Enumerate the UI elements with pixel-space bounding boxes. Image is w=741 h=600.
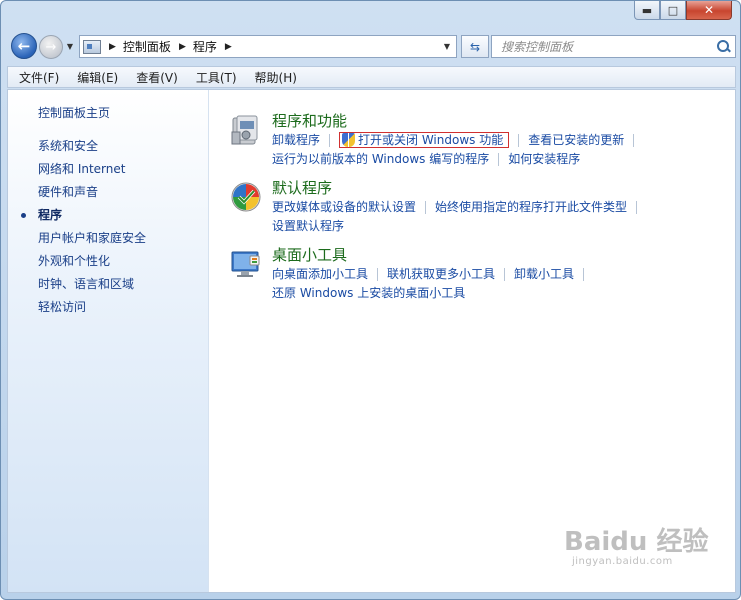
highlight-box: 打开或关闭 Windows 功能 bbox=[339, 132, 510, 148]
link-separator bbox=[498, 153, 500, 166]
link-change-media-defaults[interactable]: 更改媒体或设备的默认设置 bbox=[272, 200, 416, 214]
link-turn-windows-features[interactable]: 打开或关闭 Windows 功能 bbox=[358, 133, 503, 147]
active-bullet-icon bbox=[21, 213, 26, 218]
sidebar: 控制面板主页 系统和安全 网络和 Internet 硬件和声音 程序 用户帐户和… bbox=[8, 90, 209, 592]
menu-help[interactable]: 帮助(H) bbox=[244, 69, 304, 86]
breadcrumb-arrow-icon[interactable]: ▶ bbox=[179, 42, 186, 52]
address-bar[interactable]: ▶ 控制面板 ▶ 程序 ▶ ▼ bbox=[79, 35, 457, 58]
link-separator bbox=[518, 134, 520, 147]
link-get-more-gadgets[interactable]: 联机获取更多小工具 bbox=[387, 267, 495, 281]
back-arrow-icon: ← bbox=[17, 37, 31, 55]
close-button[interactable]: ✕ bbox=[686, 1, 732, 20]
close-icon: ✕ bbox=[703, 3, 715, 17]
main-panel: 程序和功能 卸载程序 打开或关闭 Windows 功能 查看已安装的更新 运行为以前… bbox=[210, 90, 735, 592]
programs-features-icon[interactable] bbox=[230, 114, 262, 146]
search-box[interactable] bbox=[491, 35, 736, 58]
link-file-type-association[interactable]: 始终使用指定的程序打开此文件类型 bbox=[435, 200, 627, 214]
control-panel-icon bbox=[83, 39, 101, 54]
category-title[interactable]: 桌面小工具 bbox=[272, 244, 347, 265]
link-add-gadgets[interactable]: 向桌面添加小工具 bbox=[272, 267, 368, 281]
category-title[interactable]: 程序和功能 bbox=[272, 110, 347, 131]
forward-arrow-icon: → bbox=[45, 39, 57, 55]
sidebar-category-list: 系统和安全 网络和 Internet 硬件和声音 程序 用户帐户和家庭安全 外观… bbox=[21, 137, 146, 321]
menu-tools[interactable]: 工具(T) bbox=[185, 69, 244, 86]
minimize-button[interactable]: ▬ bbox=[634, 1, 660, 20]
sidebar-item-network-internet[interactable]: 网络和 Internet bbox=[38, 160, 146, 183]
link-restore-gadgets[interactable]: 还原 Windows 上安装的桌面小工具 bbox=[272, 286, 465, 300]
link-run-older-programs[interactable]: 运行为以前版本的 Windows 编写的程序 bbox=[272, 152, 489, 166]
search-icon[interactable] bbox=[713, 37, 735, 57]
back-button[interactable]: ← bbox=[11, 33, 37, 59]
breadcrumb-arrow-icon[interactable]: ▶ bbox=[225, 42, 232, 52]
link-set-default-programs[interactable]: 设置默认程序 bbox=[272, 219, 344, 233]
category-links: 更改媒体或设备的默认设置 始终使用指定的程序打开此文件类型 设置默认程序 bbox=[272, 198, 740, 236]
link-separator bbox=[583, 268, 585, 281]
menu-edit[interactable]: 编辑(E) bbox=[66, 69, 125, 86]
link-separator bbox=[633, 134, 635, 147]
link-view-installed-updates[interactable]: 查看已安装的更新 bbox=[528, 133, 624, 147]
menu-file[interactable]: 文件(F) bbox=[8, 69, 66, 86]
link-separator bbox=[504, 268, 506, 281]
sidebar-item-ease-of-access[interactable]: 轻松访问 bbox=[38, 298, 146, 321]
minimize-icon: ▬ bbox=[641, 3, 653, 17]
sidebar-item-label: 程序 bbox=[38, 208, 63, 222]
link-separator bbox=[425, 201, 427, 214]
sidebar-item-clock-language-region[interactable]: 时钟、语言和区域 bbox=[38, 275, 146, 298]
link-uninstall-gadget[interactable]: 卸载小工具 bbox=[514, 267, 574, 281]
search-input[interactable] bbox=[492, 36, 713, 57]
watermark-logo: Baidu 经验 bbox=[564, 527, 709, 557]
category-links: 卸载程序 打开或关闭 Windows 功能 查看已安装的更新 运行为以前版本的 Wi… bbox=[272, 131, 740, 169]
menu-bar: 文件(F) 编辑(E) 查看(V) 工具(T) 帮助(H) bbox=[7, 66, 736, 88]
link-separator bbox=[636, 201, 638, 214]
navigation-bar: ← → ▼ ▶ 控制面板 ▶ 程序 ▶ ▼ ⇆ bbox=[7, 31, 736, 63]
content-area: 控制面板主页 系统和安全 网络和 Internet 硬件和声音 程序 用户帐户和… bbox=[7, 89, 736, 593]
maximize-icon: □ bbox=[667, 3, 679, 17]
sidebar-item-appearance[interactable]: 外观和个性化 bbox=[38, 252, 146, 275]
refresh-button[interactable]: ⇆ bbox=[461, 35, 489, 58]
breadcrumb-control-panel[interactable]: 控制面板 bbox=[123, 38, 171, 55]
link-separator bbox=[377, 268, 379, 281]
refresh-icon: ⇆ bbox=[469, 39, 481, 54]
watermark: Baidu 经验 jingyan.baidu.com bbox=[564, 521, 708, 567]
desktop-gadgets-icon[interactable] bbox=[230, 248, 262, 280]
sidebar-item-system-security[interactable]: 系统和安全 bbox=[38, 137, 146, 160]
maximize-button[interactable]: □ bbox=[660, 1, 686, 20]
address-dropdown-icon[interactable]: ▼ bbox=[444, 42, 450, 51]
link-how-to-install[interactable]: 如何安装程序 bbox=[508, 152, 580, 166]
forward-button[interactable]: → bbox=[39, 35, 63, 59]
link-uninstall-program[interactable]: 卸载程序 bbox=[272, 133, 320, 147]
sidebar-item-user-accounts[interactable]: 用户帐户和家庭安全 bbox=[38, 229, 146, 252]
recent-pages-dropdown[interactable]: ▼ bbox=[65, 40, 75, 52]
sidebar-home-link[interactable]: 控制面板主页 bbox=[38, 104, 110, 121]
chevron-down-icon: ▼ bbox=[66, 41, 74, 51]
category-title[interactable]: 默认程序 bbox=[272, 177, 332, 198]
link-separator bbox=[329, 134, 331, 147]
breadcrumb-programs[interactable]: 程序 bbox=[193, 38, 217, 55]
default-programs-icon[interactable] bbox=[230, 181, 262, 213]
breadcrumb-arrow-icon[interactable]: ▶ bbox=[109, 42, 116, 52]
menu-view[interactable]: 查看(V) bbox=[125, 69, 185, 86]
uac-shield-icon bbox=[342, 133, 356, 147]
caption-buttons: ▬ □ ✕ bbox=[634, 1, 732, 21]
category-links: 向桌面添加小工具 联机获取更多小工具 卸载小工具 还原 Windows 上安装的桌面… bbox=[272, 265, 740, 303]
sidebar-item-hardware-sound[interactable]: 硬件和声音 bbox=[38, 183, 146, 206]
sidebar-item-programs[interactable]: 程序 bbox=[21, 206, 146, 229]
control-panel-window: ▬ □ ✕ ← → ▼ ▶ 控制面板 ▶ 程序 ▶ ▼ ⇆ 文件(F) 编辑(E… bbox=[0, 0, 741, 600]
